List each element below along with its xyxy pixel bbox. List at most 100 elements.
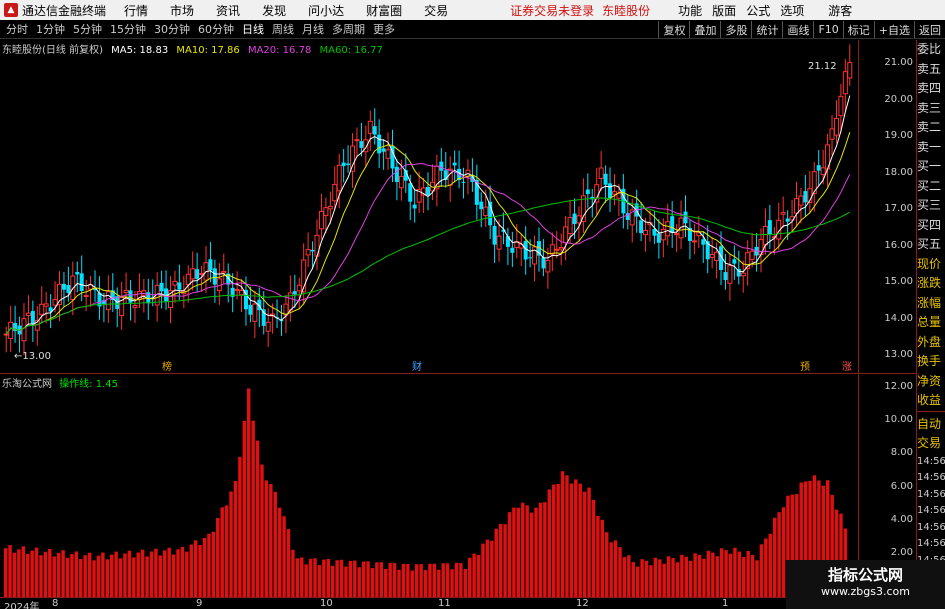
back-button[interactable]: 返回 [914, 21, 945, 38]
period-intraday[interactable]: 分时 [6, 21, 28, 37]
indicator-bar [622, 557, 627, 597]
candle-body [346, 163, 351, 165]
candle-body [656, 233, 661, 243]
candle-body [479, 201, 484, 210]
candle-body [492, 225, 497, 245]
indicator-bar [671, 558, 675, 597]
candle-body [190, 268, 196, 280]
f10-button[interactable]: F10 [813, 21, 842, 38]
period-more[interactable]: 更多 [373, 21, 395, 37]
candle-body [296, 284, 302, 292]
indicator-bar [560, 471, 565, 597]
candle-body [762, 225, 768, 246]
candle-body [594, 184, 600, 203]
low-price-label: ←13.00 [14, 351, 51, 362]
indicator-bar [618, 547, 622, 597]
indicator-bar [627, 555, 631, 597]
ma20-label: MA20: 16.78 [247, 45, 312, 56]
menu-quotes[interactable]: 行情 [124, 2, 148, 19]
kline-chart[interactable]: 21.12 ←13.00 榜 财 预 涨 [0, 40, 858, 373]
candle-body [439, 161, 444, 171]
indicator-bar [339, 559, 344, 597]
auto-trade-item[interactable]: 自动 [917, 415, 945, 435]
period-weekly[interactable]: 周线 [272, 21, 294, 37]
indicator-bar [304, 564, 308, 597]
candle-body [820, 167, 826, 176]
side-panel-item: 卖一 [917, 139, 942, 154]
candle-body [394, 166, 399, 182]
event-marker: 财 [412, 360, 422, 373]
candle-body [585, 189, 590, 195]
draw-line-button[interactable]: 画线 [782, 21, 813, 38]
candle-body [643, 229, 649, 236]
indicator-bar [401, 563, 406, 597]
candle-body [305, 249, 311, 256]
indicator-bar [578, 483, 582, 597]
menu-layout[interactable]: 版面 [712, 2, 736, 19]
indicator-bar [534, 507, 538, 597]
menu-ask[interactable]: 问小达 [308, 2, 344, 19]
indicator-chart[interactable] [0, 373, 858, 597]
period-60min[interactable]: 60分钟 [198, 21, 234, 37]
period-monthly[interactable]: 月线 [302, 21, 324, 37]
indicator-bar [490, 540, 494, 597]
menu-formula[interactable]: 公式 [746, 2, 770, 19]
menu-market[interactable]: 市场 [170, 2, 194, 19]
side-panel-item: 卖三 [917, 100, 942, 115]
menu-function[interactable]: 功能 [678, 2, 702, 19]
indicator-bar [61, 550, 65, 597]
indicator-bar [485, 539, 490, 597]
trade-time: 14:56 [917, 472, 945, 483]
candle-body [665, 221, 671, 237]
indicator-bar [251, 420, 255, 597]
login-status[interactable]: 证券交易未登录 [510, 2, 594, 19]
side-panel-item: 买二 [917, 178, 942, 193]
indicator-bar [127, 550, 132, 597]
indicator-bar [330, 565, 335, 597]
trade-time: 14:56 [917, 455, 945, 467]
candle-body [572, 213, 577, 225]
menu-wealth[interactable]: 财富圈 [366, 2, 402, 19]
period-15min[interactable]: 15分钟 [110, 21, 146, 37]
indicator-bar [454, 562, 459, 597]
candle-body [608, 183, 613, 199]
statistics-button[interactable]: 统计 [751, 21, 782, 38]
overlay-button[interactable]: 叠加 [689, 21, 720, 38]
menu-discover[interactable]: 发现 [262, 2, 286, 19]
candle-body [833, 117, 839, 136]
candle-body [332, 183, 338, 202]
adjust-button[interactable]: 复权 [658, 21, 689, 38]
candle-body [670, 216, 675, 233]
guest-label[interactable]: 游客 [828, 2, 852, 19]
menu-trade[interactable]: 交易 [424, 2, 448, 19]
indicator-bar [52, 556, 56, 597]
indicator-bar [711, 552, 715, 597]
auto-trade-item[interactable]: 交易 [917, 434, 945, 454]
multi-stock-button[interactable]: 多股 [720, 21, 751, 38]
period-30min[interactable]: 30分钟 [154, 21, 190, 37]
period-daily[interactable]: 日线 [242, 21, 264, 37]
period-1min[interactable]: 1分钟 [36, 21, 65, 37]
indicator-bar [193, 540, 198, 597]
candle-body [785, 218, 790, 222]
price-tick-label: 16.00 [884, 239, 913, 251]
add-watchlist-button[interactable]: +自选 [873, 21, 914, 38]
candle-body [385, 149, 391, 159]
mark-button[interactable]: 标记 [842, 21, 874, 38]
indicator-bar [92, 560, 96, 597]
indicator-bar [503, 524, 507, 597]
indicator-bar [361, 561, 366, 597]
period-5min[interactable]: 5分钟 [73, 21, 102, 37]
menu-options[interactable]: 选项 [780, 2, 804, 19]
indicator-bar [313, 558, 317, 597]
candle-body [567, 217, 573, 235]
menu-news[interactable]: 资讯 [216, 2, 240, 19]
period-multi[interactable]: 多周期 [332, 21, 365, 37]
indicator-bar [419, 564, 423, 597]
indicator-bar [406, 564, 410, 597]
indicator-bar [132, 557, 136, 597]
indicator-name: 乐淘公式网 [2, 379, 52, 390]
indicator-bar [242, 420, 247, 597]
candle-body [829, 128, 835, 140]
indicator-bar [348, 560, 353, 597]
